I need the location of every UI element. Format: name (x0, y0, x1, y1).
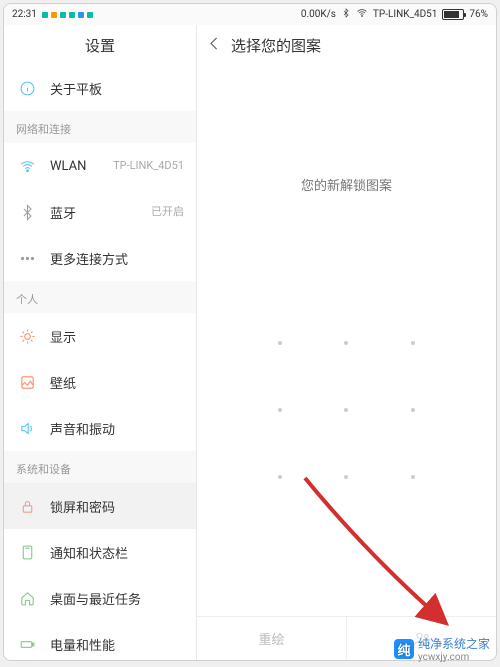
sidebar-item-battery[interactable]: 电量和性能 (4, 621, 196, 660)
sidebar-item-label: 壁纸 (50, 373, 184, 392)
sidebar-item-wallpaper[interactable]: 壁纸 (4, 359, 196, 405)
section-personal: 个人 (4, 281, 196, 313)
watermark-url: ycwxjy.com (418, 652, 490, 663)
redraw-button[interactable]: 重绘 (197, 617, 347, 660)
status-bar: 22:31 0.00K/s TP-LINK_4D51 76% (4, 4, 496, 25)
bluetooth-icon (341, 8, 351, 21)
status-indicators (42, 12, 93, 18)
battery-icon (16, 636, 38, 653)
network-speed: 0.00K/s (301, 9, 336, 20)
sidebar-item-value: TP-LINK_4D51 (113, 159, 184, 172)
notification-icon (16, 544, 38, 561)
wifi-icon (356, 7, 368, 22)
wallpaper-icon (16, 374, 38, 391)
watermark-name: 纯净系统之家 (418, 635, 490, 652)
sidebar-item-label: 蓝牙 (50, 203, 151, 222)
sidebar-item-label: 锁屏和密码 (50, 497, 184, 516)
sound-icon (16, 420, 38, 437)
sidebar-item-label: 声音和振动 (50, 419, 184, 438)
sidebar-item-bluetooth[interactable]: 蓝牙 已开启 (4, 189, 196, 235)
sidebar-item-label: 通知和状态栏 (50, 543, 184, 562)
sidebar-item-value: 已开启 (151, 205, 184, 218)
network-name: TP-LINK_4D51 (373, 9, 438, 20)
settings-sidebar[interactable]: 设置 关于平板 网络和连接 WLAN TP-LINK_4D51 蓝牙 (4, 25, 197, 660)
sidebar-item-label: 电量和性能 (50, 635, 184, 654)
display-icon (16, 328, 38, 345)
content-header: 选择您的图案 (197, 25, 496, 65)
sidebar-item-label: 关于平板 (50, 79, 184, 98)
more-icon (16, 250, 38, 267)
back-button[interactable] (205, 35, 223, 56)
watermark: 纯 纯净系统之家 ycwxjy.com (394, 635, 490, 663)
pattern-hint: 您的新解锁图案 (301, 175, 392, 194)
bluetooth-icon (16, 204, 38, 221)
section-system: 系统和设备 (4, 451, 196, 483)
info-icon (16, 80, 38, 97)
sidebar-item-lock[interactable]: 锁屏和密码 (4, 483, 196, 529)
button-label: 重绘 (258, 629, 284, 648)
sidebar-item-label: WLAN (50, 159, 113, 174)
wifi-icon (16, 158, 38, 175)
sidebar-item-wlan[interactable]: WLAN TP-LINK_4D51 (4, 143, 196, 189)
sidebar-item-label: 桌面与最近任务 (50, 589, 184, 608)
sidebar-item-label: 更多连接方式 (50, 249, 184, 268)
sidebar-item-label: 显示 (50, 327, 184, 346)
section-network: 网络和连接 (4, 111, 196, 143)
sidebar-item-display[interactable]: 显示 (4, 313, 196, 359)
pattern-grid[interactable] (247, 310, 447, 510)
battery-icon (442, 9, 464, 20)
content-pane: 选择您的图案 您的新解锁图案 重绘 (197, 25, 496, 660)
sidebar-item-more[interactable]: 更多连接方式 (4, 235, 196, 281)
lock-icon (16, 498, 38, 515)
sidebar-item-about[interactable]: 关于平板 (4, 65, 196, 111)
status-time: 22:31 (12, 9, 37, 20)
sidebar-item-desktop[interactable]: 桌面与最近任务 (4, 575, 196, 621)
sidebar-title: 设置 (4, 25, 196, 65)
sidebar-item-notify[interactable]: 通知和状态栏 (4, 529, 196, 575)
home-icon (16, 590, 38, 607)
battery-percent: 76% (469, 9, 488, 20)
page-title: 选择您的图案 (231, 35, 321, 56)
sidebar-item-sound[interactable]: 声音和振动 (4, 405, 196, 451)
watermark-logo: 纯 (394, 639, 414, 659)
